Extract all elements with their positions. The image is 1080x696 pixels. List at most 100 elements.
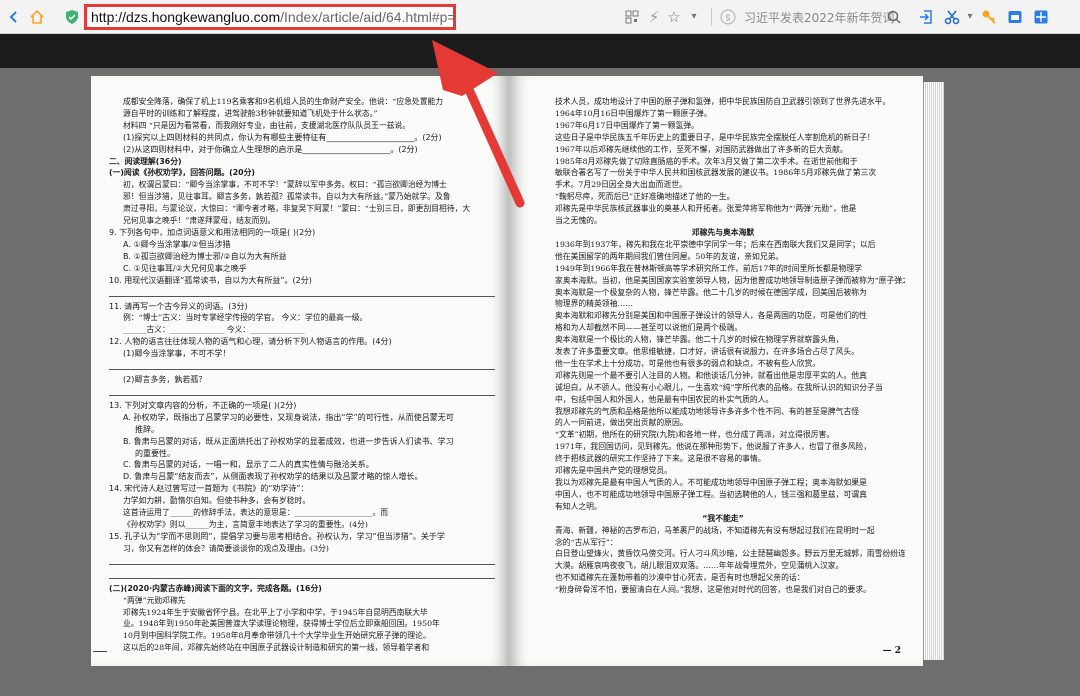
left-page-text-line: (2)从这四则材料中，对于你确立人生理想的启示是________________… bbox=[123, 144, 418, 154]
qr-code-icon[interactable] bbox=[622, 7, 642, 27]
left-page-text-line: 二、阅读理解(36分) bbox=[109, 156, 182, 166]
left-page-text-line: 初，权谓吕蒙曰：“卿今当涂掌事，不可不学！”蒙辞以军中多务。权曰：“孤岂欲卿治经… bbox=[123, 180, 447, 190]
page-number: — 2 bbox=[883, 646, 901, 656]
currency-icon[interactable]: $ bbox=[718, 7, 738, 27]
star-icon[interactable]: ☆ bbox=[664, 7, 684, 27]
left-page-text-line: 推辞。 bbox=[135, 424, 159, 434]
left-page-text-line: B. 鲁肃与吕蒙的对话，既从正面烘托出了孙权劝学的显著成效，也进一步告诉人们读书… bbox=[123, 436, 454, 446]
right-page-text-line: 中，包括中国人和外国人，他是最有中国农民的朴实气质的人。 bbox=[555, 394, 774, 404]
right-page-text-line: 奥本海默是一个极复杂的人物，锋芒毕露。他二十几岁的时候在德国学成，回美国后被称为 bbox=[555, 287, 867, 297]
left-page-text-line: 成都安全降落，确保了机上119名乘客和9名机组人员的生命财产安全。他说：“应急处… bbox=[123, 97, 444, 106]
left-page-text-line: 10月到中国科学院工作。1958年8月奉命带领几十个大学毕业生开始研究原子弹的理… bbox=[123, 631, 431, 641]
url-path: /Index/article/aid/64.html#p=2 bbox=[280, 9, 456, 25]
left-page-text-line: ______古义：______________ 今义：_____________… bbox=[123, 325, 305, 335]
right-page-text-line: 技术人员，成功地设计了中国的原子弹和氢弹，把中华民族国防自卫武器引领到了世界先进… bbox=[555, 97, 891, 106]
right-page-text-line: 这些日子是中华民族五千年历史上的重要日子，是中华民族完全摆脱任人宰割危机的新日子… bbox=[555, 132, 875, 142]
scissors-icon[interactable] bbox=[942, 7, 962, 27]
right-page-text-line: “鞠躬尽瘁，死而后已”正好准确地描述了他的一生。 bbox=[555, 192, 735, 202]
right-page-text-line: 敏联合署名写了一份关于中华人民共和国核武器发展的建议书。1986年5月邓稼先做了… bbox=[555, 168, 877, 178]
page-number-value: 2 bbox=[894, 646, 901, 656]
right-page-text-line: 手术。7月29日因全身大出血而逝世。 bbox=[555, 180, 687, 190]
left-page-text-line: 12. 人物的语言往往体现人物的语气和心理，请分析下列人物语言的作用。(4分) bbox=[109, 337, 392, 347]
right-page-text-line: “我不能走” bbox=[702, 513, 744, 523]
right-page-text-line: 1967年6月17日中国爆炸了第一颗氢弹。 bbox=[555, 120, 699, 130]
right-page-text-line: 中国人，也不可能成功地领导中国原子弹工程。当初选聘他的人，钱三强和葛里兹，可谓真 bbox=[555, 489, 867, 499]
key-icon[interactable] bbox=[979, 7, 999, 27]
right-page-text-line: 1967年以后邓稼先继续他的工作，至死不懈，对国防武器做出了许多新的巨大贡献。 bbox=[555, 144, 848, 154]
left-page-text-line: 力学如力耕，勤惰尔自知。但使书种多，会有岁稔时。 bbox=[123, 496, 311, 506]
right-page-text-line: 的人一同前进，做出突出贡献的原因。 bbox=[555, 418, 688, 428]
separator bbox=[711, 8, 712, 26]
browser-toolbar: http://dzs.hongkewangluo.com/Index/artic… bbox=[0, 0, 1080, 34]
left-page-text-line: 15. 孔子认为“学而不思则罔”，提倡学习要与思考相结合。孙权认为，学习“但当涉… bbox=[109, 531, 445, 541]
left-page-text-line: “两弹”元勋邓稼先 bbox=[123, 595, 186, 605]
svg-text:$: $ bbox=[725, 14, 731, 24]
left-page[interactable]: 成都安全降落，确保了机上119名乘客和9名机组人员的生命财产安全。他说：“应急处… bbox=[91, 76, 509, 666]
left-page-text-line: 这首诗运用了______的修辞手法，表达的意思是：_______________… bbox=[123, 508, 389, 518]
search-input[interactable]: 习近平发表2022年新年贺词 bbox=[744, 9, 895, 26]
left-page-text-line: A. ①卿今当涂掌事/②但当涉猎 bbox=[123, 239, 231, 249]
left-page-text-line bbox=[109, 386, 495, 396]
left-page-text-line: C. 鲁肃与吕蒙的对话，一唱一和，显示了二人的真实性情与融洽关系。 bbox=[123, 460, 374, 470]
right-page-text-line: 邓稼先是中华民族核武器事业的奠基人和开拓者。张爱萍将军称他为“‘两弹’元勋”，他… bbox=[555, 204, 857, 214]
lightning-icon[interactable]: ⚡ bbox=[644, 7, 664, 27]
left-page-text-line: 邪！但当涉猎，见往事耳。卿言多务，孰若孤？孤常读书，自以为大有所益。”蒙乃始就学… bbox=[123, 192, 451, 202]
left-page-text-line: 源自平时的训练和了解程度，进驾驶舱3秒钟就要知道飞机处于什么状态。” bbox=[123, 108, 378, 118]
left-page-text-line: (一)阅读《孙权劝学》，回答问题。(20分) bbox=[109, 168, 255, 178]
left-page-text-line: 邓稼先1924年生于安徽省怀宁县。在北平上了小学和中学，于1945年自昆明西南联… bbox=[123, 607, 428, 617]
back-icon[interactable] bbox=[4, 7, 24, 27]
right-page-text-line: 诚坦白，从不骄人。他没有小心眼儿，一生喜欢“纯”字所代表的品格。在我所认识的知识… bbox=[555, 382, 883, 392]
right-page-text-line: 邓稼先则是一个最不要引人注目的人物。和他谈话几分钟，就看出他是忠厚平实的人。他真 bbox=[555, 370, 867, 380]
right-page-text-line: 他一生在学术上十分成功，可是他也有很多的弱点和缺点，不被有些人欣赏。 bbox=[555, 358, 821, 368]
left-page-text-line: (二)(2020·内蒙古赤峰)阅读下面的文字，完成各题。(16分) bbox=[109, 583, 322, 593]
right-page[interactable]: — 2 技术人员，成功地设计了中国的原子弹和氢弹，把中华民族国防自卫武器引领到了… bbox=[509, 76, 923, 666]
page-number-prefix: — bbox=[882, 646, 892, 656]
right-page-text-line: “粉身碎骨浑不怕，要留清白在人间。”我想，这是他对时代的回答，也是我们对自己的要… bbox=[555, 585, 871, 595]
right-page-text-line: 1936年到1937年，稼先和我在北平崇德中学同学一年；后来在西南联大我们又是同… bbox=[555, 239, 876, 249]
right-page-text-line: “文革”初期，他所在的研究院(九院)和各地一样，也分成了两派，对立得很厉害。 bbox=[555, 430, 835, 440]
left-page-text-line bbox=[109, 287, 495, 297]
right-page-text-line: 发表了许多重要文章。他思维敏捷，口才好，讲话很有说服力，在许多场合占尽了风头。 bbox=[555, 347, 860, 357]
right-page-text-line: 邓稼先是中国共产党的理想党员。 bbox=[555, 466, 672, 476]
left-page-text-line bbox=[109, 360, 495, 371]
right-page-text-line: 也不知道稼先在蓬勃带着的沙漠中甘心死去，是否有时也想起父亲的话： bbox=[555, 573, 805, 583]
right-page-text-line: 我想邓稼先的气质和品格是他所以能成功地领导许多许多个性不同、有的甚至是脾气古怪 bbox=[555, 406, 860, 416]
page-stack-edge bbox=[923, 82, 944, 660]
left-page-text-line: 11. 请再写一个古今异义的词语。(3分) bbox=[109, 301, 248, 311]
left-page-text-line: (1)卿今当涂掌事，不可不学！ bbox=[123, 349, 231, 359]
left-page-text-line: D. 鲁肃与吕蒙“结友而去”，从侧面表现了孙权劝学的结果以及吕蒙才略的惊人增长。 bbox=[123, 472, 423, 482]
left-page-text-line: 兄何见事之晚乎！”肃遂拜蒙母，结友而别。 bbox=[123, 216, 276, 226]
right-page-text-line: 家奥本海默。当初，他是美国国家实验室领导人物，因为他曾成功地领导制造原子弹而被称… bbox=[555, 275, 905, 285]
left-page-text-line: 这以后的28年间，邓稼先始终站在中国原子武器设计制造和研究的第一线，领导着学者和 bbox=[123, 643, 430, 653]
left-page-text-line: 业。1948年到1950年赴美国普渡大学读理论物理，获得博士学位后立即乘船回国。… bbox=[123, 619, 440, 629]
left-page-text-line: 习，你又有怎样的体会？请简要谈谈你的观点及理由。(3分) bbox=[123, 543, 329, 553]
right-page-text-line: 大漠。胡雁哀鸣夜夜飞，胡儿眼泪双双落。……年年战骨埋荒外，空见蒲桃入汉家。 bbox=[555, 561, 844, 571]
right-page-text-line: 1985年8月邓稼先做了切除直肠癌的手术。次年3月又做了第二次手术。在逝世前他和… bbox=[555, 156, 858, 166]
right-page-text-line: 奥本海默和邓稼先分别是美国和中国原子弹设计的领导人，各是两国的功臣，可是他们的性 bbox=[555, 311, 867, 321]
right-page-text-line: 终于把核武器的研究工作坚持了下来。这是很不容易的事情。 bbox=[555, 454, 766, 464]
left-page-text-line: (2)卿言多务，孰若孤？ bbox=[123, 375, 207, 385]
right-page-text-line: 1964年10月16日中国爆炸了第一颗原子弹。 bbox=[555, 108, 712, 118]
right-page-text-line: 白日登山望烽火，黄昏饮马傍交河。行人刁斗风沙暗，公主琵琶幽怨多。野云万里无城郭，… bbox=[555, 549, 905, 559]
window-icon[interactable] bbox=[1005, 7, 1025, 27]
left-page-text-line: A. 孙权劝学，既指出了吕蒙学习的必要性，又现身说法，指出“学”的可行性，从而使… bbox=[123, 412, 454, 422]
grid-icon[interactable] bbox=[1031, 7, 1051, 27]
right-page-text-line: 他在美国留学的两年期间我们曾住同屋。50年的友谊，亲如兄弟。 bbox=[555, 251, 784, 261]
flipbook[interactable]: 成都安全降落，确保了机上119名乘客和9名机组人员的生命财产安全。他说：“应急处… bbox=[91, 76, 944, 666]
right-page-text-line: 念的“古从军行”： bbox=[555, 537, 618, 547]
left-page-text-line bbox=[109, 555, 495, 565]
left-page-text-line: 肃过寻阳，与蒙论议，大惊曰：“卿今者才略，非复吴下阿蒙！”蒙曰：“士别三日，即更… bbox=[123, 204, 471, 214]
search-icon[interactable] bbox=[884, 7, 904, 27]
left-page-text-line: 的重要性。 bbox=[135, 448, 175, 458]
left-page-text-line: 13. 下列对文章内容的分析，不正确的一项是( )(2分) bbox=[109, 400, 297, 410]
left-page-text-line: B. ①孤岂欲卿治经为博士邪/②自以为大有所益 bbox=[123, 251, 287, 261]
login-icon[interactable] bbox=[916, 7, 936, 27]
left-page-text-line: C. ①见往事耳/②大兄何见事之晚乎 bbox=[123, 263, 247, 273]
home-icon[interactable] bbox=[27, 7, 47, 27]
chevron-down-icon[interactable]: ▾ bbox=[960, 7, 980, 27]
address-bar[interactable]: http://dzs.hongkewangluo.com/Index/artic… bbox=[84, 4, 456, 30]
chevron-down-icon[interactable]: ▾ bbox=[684, 7, 704, 27]
left-page-text-line: 14. 宋代诗人赵过曾写过一首题为《书院》的“劝学诗”： bbox=[109, 484, 309, 494]
shield-icon[interactable] bbox=[62, 7, 82, 27]
right-page-text-line: 青海、新疆，神秘的古罗布泊，马革裹尸的战场，不知道稼先有没有想起过我们在昆明时一… bbox=[555, 525, 875, 535]
